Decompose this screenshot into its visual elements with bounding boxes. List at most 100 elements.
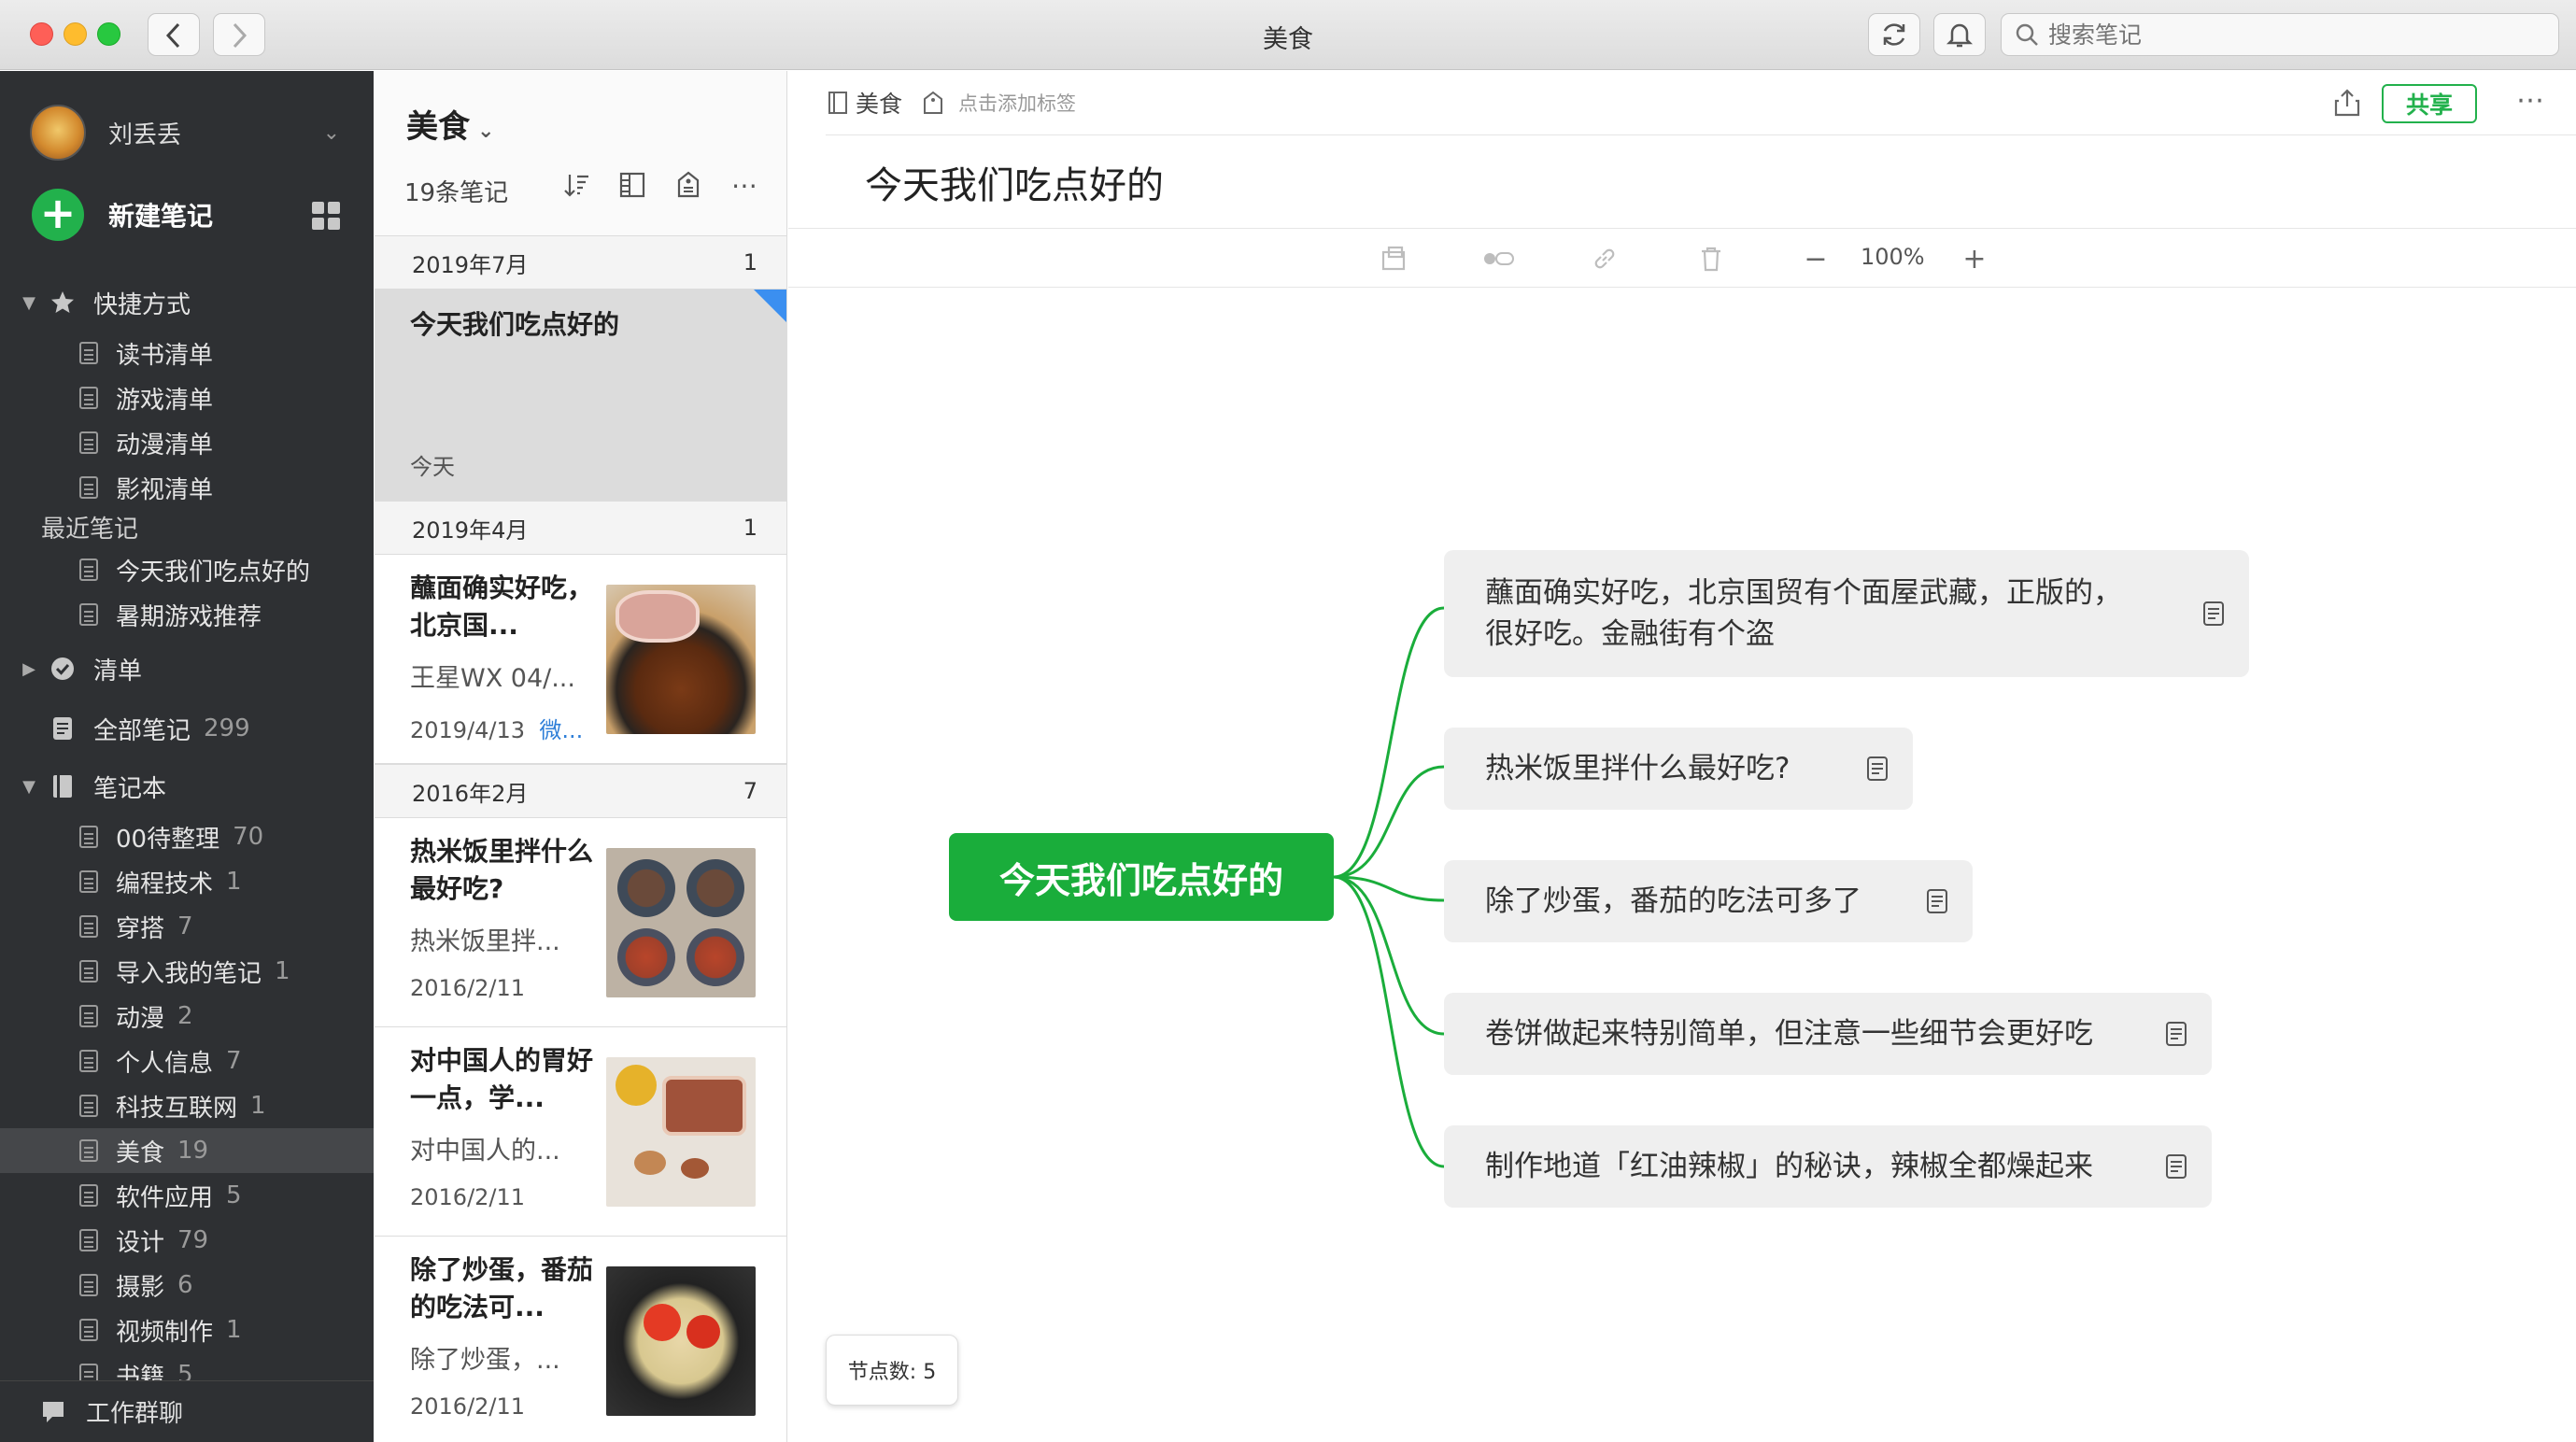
search-icon [2016, 23, 2038, 46]
notebook-icon [78, 912, 99, 940]
app-window: 美食 刘丢丢 ⌄ + 新建笔记 ▼ 快捷方式 读书清单 游戏清单 [0, 0, 2576, 1442]
caret-right-icon: ▶ [22, 658, 35, 679]
sidebar-item-all-notes[interactable]: 全部笔记 299 [0, 706, 374, 751]
sidebar-item-notebook[interactable]: 设计 79 [0, 1218, 374, 1263]
sidebar-item-shortcut[interactable]: 影视清单 [0, 465, 374, 510]
note-card-selected[interactable]: 今天我们吃点好的 今天 [375, 290, 786, 501]
notebook-name: 个人信息 [116, 1049, 214, 1078]
sidebar-item-shortcut[interactable]: 读书清单 [0, 331, 374, 375]
share-button[interactable]: 共享 [2382, 84, 2477, 123]
note-card[interactable]: 蘸面确实好吃，北京国... 王星WX 04/... 2019/4/13 微... [375, 555, 786, 764]
group-count: 1 [743, 249, 757, 276]
caret-down-icon: ▼ [22, 292, 35, 313]
sidebar-item-notebook[interactable]: 个人信息 7 [0, 1039, 374, 1083]
more-options-icon[interactable]: ⋯ [2516, 84, 2546, 117]
sync-button[interactable] [1868, 13, 1920, 56]
zoom-in-button[interactable]: + [1958, 242, 1991, 276]
account-switcher[interactable]: 刘丢丢 ⌄ [30, 93, 347, 172]
export-icon[interactable] [2333, 88, 2361, 121]
layout-icon[interactable] [617, 168, 647, 202]
note-icon [78, 601, 99, 629]
trash-icon[interactable] [1694, 242, 1728, 276]
toggle-icon[interactable] [1481, 242, 1515, 276]
sidebar-item-notebook[interactable]: 00待整理 70 [0, 814, 374, 859]
note-card-title: 除了炒蛋，番茄的吃法可... [410, 1254, 594, 1322]
note-card-link[interactable]: 微... [539, 717, 583, 743]
shortcut-label: 影视清单 [116, 475, 214, 504]
sidebar-item-notebook[interactable]: 摄影 6 [0, 1263, 374, 1308]
notifications-button[interactable] [1933, 13, 1986, 56]
sidebar-item-notebook[interactable]: 动漫 2 [0, 994, 374, 1039]
mindmap-node[interactable]: 卷饼做起来特别简单，但注意一些细节会更好吃 [1444, 993, 2212, 1075]
notebook-count: 7 [177, 912, 193, 940]
note-list-header: 美食 ⌄ 19条笔记 ⋯ [375, 71, 786, 235]
more-icon[interactable]: ⋯ [729, 168, 759, 202]
mindmap-node[interactable]: 热米饭里拌什么最好吃? [1444, 728, 1913, 810]
shortcuts-label: 快捷方式 [93, 290, 191, 319]
note-card[interactable]: 对中国人的胃好一点，学... 对中国人的... 2016/2/11 [375, 1027, 786, 1237]
sidebar-item-notebook[interactable]: 视频制作 1 [0, 1308, 374, 1352]
search-box[interactable] [2001, 13, 2559, 56]
sidebar-notebooks-header[interactable]: ▼ 笔记本 [0, 764, 374, 809]
search-input[interactable] [2048, 21, 2553, 49]
mindmap-node-text: 蘸面确实好吃，北京国贸有个面屋武藏，正版的，很好吃。金融街有个盗 [1485, 576, 2122, 651]
zoom-window-button[interactable] [97, 22, 120, 46]
note-icon [78, 429, 99, 457]
note-card[interactable]: 热米饭里拌什么最好吃? 热米饭里拌... 2016/2/11 [375, 818, 786, 1027]
link-icon[interactable] [1588, 242, 1621, 276]
sidebar-item-recent[interactable]: 今天我们吃点好的 [0, 547, 374, 592]
notebook-name: 摄影 [116, 1273, 165, 1302]
notebook-crumb[interactable]: 美食 [856, 86, 902, 120]
new-note-button[interactable]: + 新建笔记 [32, 187, 340, 243]
note-card-title: 蘸面确实好吃，北京国... [410, 573, 594, 641]
sidebar-item-shortcut[interactable]: 动漫清单 [0, 420, 374, 465]
note-card[interactable]: 除了炒蛋，番茄的吃法可... 除了炒蛋，... 2016/2/11 [375, 1237, 786, 1442]
mindmap-node[interactable]: 除了炒蛋，番茄的吃法可多了 [1444, 860, 1973, 942]
sidebar-item-notebook[interactable]: 科技互联网 1 [0, 1083, 374, 1128]
shortcut-label: 游戏清单 [116, 386, 214, 415]
sidebar-item-notebook[interactable]: 软件应用 5 [0, 1173, 374, 1218]
notebook-name: 软件应用 [116, 1183, 214, 1212]
note-icon [2203, 601, 2224, 626]
star-icon [49, 289, 77, 317]
group-count: 1 [743, 515, 757, 541]
insert-node-icon[interactable] [1377, 242, 1410, 276]
notebook-icon [49, 772, 77, 800]
zoom-out-button[interactable]: − [1799, 242, 1833, 276]
sidebar-item-shortcut[interactable]: 游戏清单 [0, 375, 374, 420]
notes-icon [49, 714, 77, 742]
sort-icon[interactable] [561, 168, 591, 202]
note-title[interactable]: 今天我们吃点好的 [865, 155, 1164, 209]
mindmap-canvas[interactable]: 今天我们吃点好的 蘸面确实好吃，北京国贸有个面屋武藏，正版的，很好吃。金融街有个… [788, 289, 2576, 1442]
notebook-icon [78, 1181, 99, 1209]
mindmap-node[interactable]: 制作地道「红油辣椒」的秘诀，辣椒全都燥起来 [1444, 1125, 2212, 1208]
grid-view-icon[interactable] [312, 202, 340, 230]
sidebar-item-notebook[interactable]: 美食 19 [0, 1128, 374, 1173]
forward-button[interactable] [213, 13, 265, 56]
notebook-name: 穿搭 [116, 914, 165, 943]
all-notes-label: 全部笔记 [93, 716, 191, 745]
note-card-title: 热米饭里拌什么最好吃? [410, 836, 594, 904]
sidebar-item-notebook[interactable]: 编程技术 1 [0, 859, 374, 904]
close-window-button[interactable] [30, 22, 53, 46]
notebook-icon [78, 1226, 99, 1254]
notebook-count: 5 [226, 1181, 242, 1209]
notebook-title-dropdown[interactable]: 美食 ⌄ [406, 101, 494, 147]
sidebar-shortcuts-header[interactable]: ▼ 快捷方式 [0, 280, 374, 325]
back-button[interactable] [148, 13, 200, 56]
note-icon [2166, 1154, 2187, 1179]
notebook-count: 2 [177, 1002, 193, 1030]
mindmap-root-node[interactable]: 今天我们吃点好的 [949, 833, 1334, 921]
pin-icon [754, 290, 786, 323]
sidebar-item-notebook[interactable]: 穿搭 7 [0, 904, 374, 949]
sidebar-item-checklist[interactable]: ▶ 清单 [0, 646, 374, 691]
mindmap-node[interactable]: 蘸面确实好吃，北京国贸有个面屋武藏，正版的，很好吃。金融街有个盗 [1444, 550, 2249, 677]
work-chat-button[interactable]: 工作群聊 [0, 1380, 374, 1442]
sidebar-item-recent[interactable]: 暑期游戏推荐 [0, 592, 374, 637]
minimize-window-button[interactable] [64, 22, 87, 46]
sidebar-item-notebook[interactable]: 导入我的笔记 1 [0, 949, 374, 994]
notebook-count: 1 [250, 1092, 266, 1120]
tag-icon[interactable] [673, 168, 703, 202]
note-card-date: 2016/2/11 [410, 1184, 526, 1210]
add-tag-field[interactable]: 点击添加标签 [958, 89, 1076, 117]
